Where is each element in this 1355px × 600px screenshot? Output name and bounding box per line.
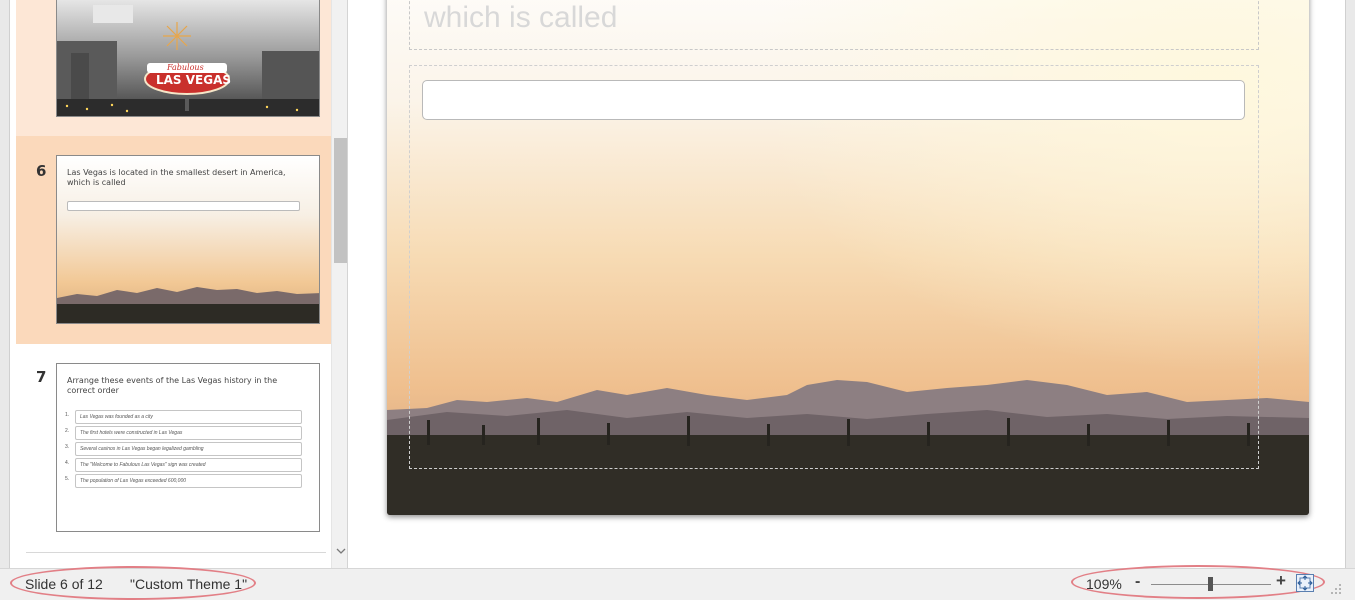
item-text: Several casinos in Las Vegas began legal… bbox=[75, 442, 302, 456]
item-number: 1. bbox=[65, 412, 70, 418]
answer-input-box[interactable] bbox=[422, 80, 1245, 120]
thumbnail-scrollbar[interactable] bbox=[331, 0, 347, 568]
item-number: 3. bbox=[65, 444, 70, 450]
content-placeholder[interactable] bbox=[409, 65, 1259, 469]
sign-fabulous-text: Fabulous bbox=[167, 63, 204, 72]
left-window-edge bbox=[0, 0, 10, 568]
item-number: 5. bbox=[65, 476, 70, 482]
las-vegas-night-image bbox=[57, 0, 319, 116]
zoom-out-button[interactable]: - bbox=[1135, 573, 1140, 591]
list-item: 2. The first hotels were constructed in … bbox=[65, 426, 305, 440]
thumbnail-arrange-events[interactable]: Arrange these events of the Las Vegas hi… bbox=[56, 363, 320, 532]
item-number: 2. bbox=[65, 428, 70, 434]
chevron-down-icon[interactable] bbox=[332, 545, 347, 561]
slide-editor[interactable]: which is called bbox=[349, 0, 1345, 568]
slide-title-text[interactable]: which is called bbox=[424, 1, 617, 35]
list-item: 5. The population of Las Vegas exceeded … bbox=[65, 474, 305, 488]
theme-name[interactable]: "Custom Theme 1" bbox=[130, 576, 247, 592]
list-item: 4. The "Welcome to Fabulous Las Vegas" s… bbox=[65, 458, 305, 472]
thumbnail-answer-box bbox=[67, 201, 300, 211]
scrollbar-thumb[interactable] bbox=[334, 138, 347, 263]
thumbnail-list: Fabulous LAS VEGAS 6 Las Vegas is locate… bbox=[16, 0, 331, 568]
status-bar: Slide 6 of 12 "Custom Theme 1" 109% - + bbox=[0, 565, 1355, 600]
slide-thumbnail-6[interactable]: 6 Las Vegas is located in the smallest d… bbox=[16, 136, 331, 344]
fit-slide-icon[interactable] bbox=[1296, 574, 1314, 592]
slide-number: 7 bbox=[36, 368, 47, 386]
current-slide[interactable]: which is called bbox=[387, 0, 1309, 515]
sign-las-vegas-text: LAS VEGAS bbox=[156, 73, 232, 87]
thumbnail-question-text: Las Vegas is located in the smallest des… bbox=[67, 168, 286, 187]
thumbnail-las-vegas-sign[interactable]: Fabulous LAS VEGAS bbox=[56, 0, 320, 117]
list-item: 3. Several casinos in Las Vegas began le… bbox=[65, 442, 305, 456]
item-text: The "Welcome to Fabulous Las Vegas" sign… bbox=[75, 458, 302, 472]
right-window-edge bbox=[1345, 0, 1355, 568]
item-number: 4. bbox=[65, 460, 70, 466]
slide-thumbnail-pane: Fabulous LAS VEGAS 6 Las Vegas is locate… bbox=[10, 0, 348, 568]
thumbnail-divider bbox=[26, 552, 326, 553]
slide-number: 6 bbox=[36, 162, 47, 180]
item-text: Las Vegas was founded as a city bbox=[75, 410, 302, 424]
item-text: The population of Las Vegas exceeded 600… bbox=[75, 474, 302, 488]
zoom-percentage[interactable]: 109% bbox=[1086, 576, 1122, 592]
slide-indicator[interactable]: Slide 6 of 12 bbox=[25, 576, 103, 592]
zoom-slider-handle[interactable] bbox=[1208, 577, 1213, 591]
thumbnail-sequence-title: Arrange these events of the Las Vegas hi… bbox=[67, 376, 278, 395]
slide-thumbnail-7[interactable]: 7 Arrange these events of the Las Vegas … bbox=[16, 344, 331, 544]
thumbnail-desert-question[interactable]: Las Vegas is located in the smallest des… bbox=[56, 155, 320, 324]
resize-grip-icon[interactable] bbox=[1330, 583, 1344, 597]
slide-thumbnail-5[interactable]: Fabulous LAS VEGAS bbox=[16, 0, 331, 136]
list-item: 1. Las Vegas was founded as a city bbox=[65, 410, 305, 424]
item-text: The first hotels were constructed in Las… bbox=[75, 426, 302, 440]
thumbnail-sequence-list: 1. Las Vegas was founded as a city 2. Th… bbox=[65, 410, 305, 490]
powerpoint-window: Fabulous LAS VEGAS 6 Las Vegas is locate… bbox=[0, 0, 1355, 600]
zoom-in-button[interactable]: + bbox=[1276, 571, 1286, 591]
title-placeholder[interactable]: which is called bbox=[409, 0, 1259, 50]
